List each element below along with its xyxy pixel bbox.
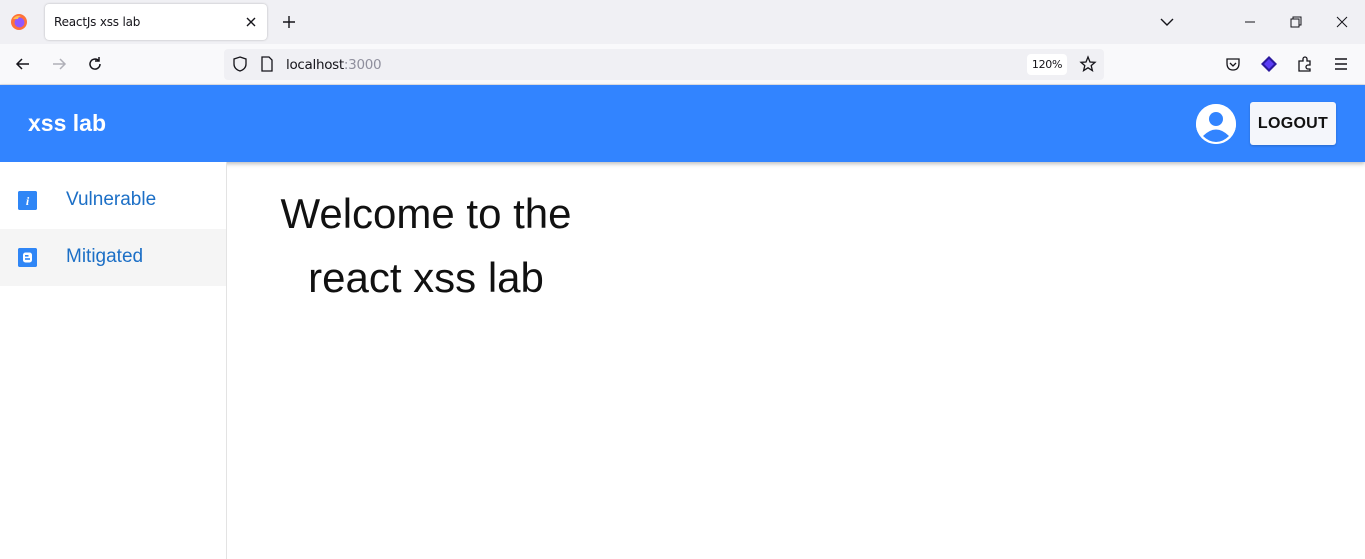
star-icon[interactable] xyxy=(1079,55,1097,73)
app-brand[interactable]: xss lab xyxy=(28,110,106,137)
tab-title: ReactJs xss lab xyxy=(54,15,141,29)
account-icon[interactable] xyxy=(1196,104,1236,144)
logout-button[interactable]: LOGOUT xyxy=(1250,102,1336,145)
welcome-line-1: Welcome to the xyxy=(280,190,572,237)
extension-layers-icon[interactable] xyxy=(1260,55,1278,73)
reload-icon[interactable] xyxy=(86,55,104,73)
back-icon[interactable] xyxy=(14,55,32,73)
browser-nav-bar: localhost:3000 120% xyxy=(0,44,1365,85)
welcome-heading: Welcome to the react xss lab xyxy=(0,182,1025,310)
main-content: Welcome to the react xss lab xyxy=(227,162,1365,559)
page-icon[interactable] xyxy=(260,56,274,72)
app-header: xss lab LOGOUT xyxy=(0,85,1365,162)
pocket-icon[interactable] xyxy=(1224,55,1242,73)
chevron-down-icon[interactable] xyxy=(1158,13,1176,31)
forward-icon[interactable] xyxy=(50,55,68,73)
close-icon[interactable] xyxy=(243,14,259,30)
menu-icon[interactable] xyxy=(1332,55,1350,73)
extensions-puzzle-icon[interactable] xyxy=(1296,55,1314,73)
url-host: localhost xyxy=(286,57,344,73)
browser-tab-bar: ReactJs xss lab xyxy=(0,0,1365,44)
restore-icon[interactable] xyxy=(1287,13,1305,31)
url-port: :3000 xyxy=(343,57,382,73)
welcome-line-2: react xss lab xyxy=(308,254,544,301)
zoom-indicator[interactable]: 120% xyxy=(1027,54,1067,75)
minimize-icon[interactable] xyxy=(1241,13,1259,31)
url-bar[interactable]: localhost:3000 120% xyxy=(224,49,1104,80)
shield-icon[interactable] xyxy=(232,56,248,72)
url-text[interactable]: localhost:3000 xyxy=(286,57,382,73)
close-window-icon[interactable] xyxy=(1333,13,1351,31)
plus-icon[interactable] xyxy=(280,13,298,31)
firefox-icon[interactable] xyxy=(10,13,28,31)
browser-tab[interactable]: ReactJs xss lab xyxy=(45,4,267,40)
